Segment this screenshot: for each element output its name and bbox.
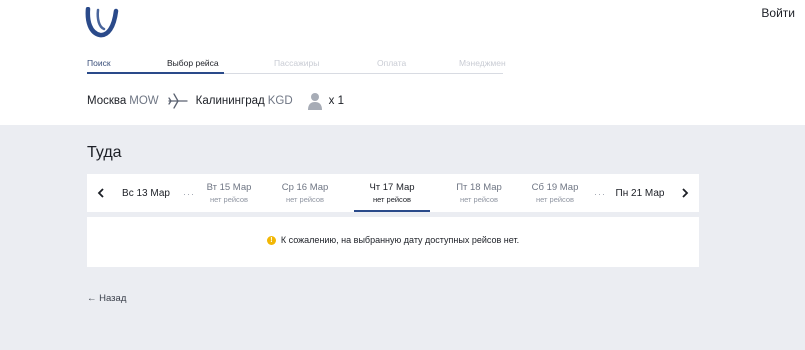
results-panel: ! К сожалению, на выбранную дату доступн…: [87, 217, 699, 267]
origin: Москва MOW: [87, 95, 159, 107]
date-status: нет рейсов: [372, 195, 412, 204]
date-cell[interactable]: Пт 18 Мар нет рейсов: [448, 174, 510, 212]
route-summary: Москва MOW Калининград KGD x 1: [87, 91, 344, 111]
destination-city: Калининград: [195, 95, 265, 107]
header-area: Войти Поиск Выбор рейса Пассажиры Оплата…: [0, 0, 805, 125]
next-dates-button[interactable]: [673, 174, 697, 212]
date-cell[interactable]: Вт 15 Мар нет рейсов: [198, 174, 260, 212]
login-link[interactable]: Войти: [761, 6, 795, 20]
booking-steps: Поиск Выбор рейса Пассажиры Оплата Мэнед…: [87, 58, 506, 74]
step-management: Мэнеджмен: [459, 58, 506, 68]
date-label: Сб 19 Мар: [531, 182, 579, 193]
step-payment: Оплата: [377, 58, 407, 68]
origin-city: Москва: [87, 95, 127, 107]
steps-progress-bar: [87, 72, 224, 74]
no-flights-text: К сожалению, на выбранную дату доступных…: [280, 235, 520, 245]
warning-icon: !: [266, 235, 276, 245]
step-flight-selection: Выбор рейса: [167, 58, 219, 68]
date-status: нет рейсов: [209, 195, 249, 204]
date-status: нет рейсов: [285, 195, 325, 204]
date-label: Чт 17 Мар: [369, 182, 415, 193]
date-cell-selected[interactable]: Чт 17 Мар нет рейсов: [354, 174, 430, 212]
prev-dates-button[interactable]: [89, 174, 113, 212]
no-flights-message: ! К сожалению, на выбранную дату доступн…: [87, 235, 699, 245]
step-search[interactable]: Поиск: [87, 58, 111, 68]
date-label: Ср 16 Мар: [281, 182, 329, 193]
gap-dots: ···: [594, 189, 606, 199]
person-icon: [307, 93, 322, 110]
origin-code: MOW: [129, 95, 159, 107]
destination: Калининград KGD: [196, 95, 293, 107]
date-cell[interactable]: Ср 16 Мар нет рейсов: [274, 174, 336, 212]
back-link[interactable]: ← Назад: [87, 293, 126, 304]
step-passengers: Пассажиры: [274, 58, 320, 68]
chevron-left-icon: [97, 188, 104, 198]
date-cell[interactable]: Сб 19 Мар нет рейсов: [524, 174, 586, 212]
passenger-count: x 1: [328, 95, 344, 107]
date-label: Вт 15 Мар: [206, 182, 252, 193]
section-title: Туда: [87, 144, 122, 161]
airplane-icon: [168, 93, 188, 109]
date-status: нет рейсов: [459, 195, 499, 204]
date-label: Пт 18 Мар: [456, 182, 502, 193]
airline-logo: [85, 7, 119, 38]
date-selector: Вс 13 Мар ··· Вт 15 Мар нет рейсов Ср 16…: [87, 174, 699, 212]
destination-code: KGD: [267, 95, 293, 107]
date-cell[interactable]: Пн 21 Мар: [609, 174, 671, 212]
date-status: нет рейсов: [535, 195, 575, 204]
date-cell[interactable]: Вс 13 Мар: [117, 174, 175, 212]
date-label: Вс 13 Мар: [122, 187, 170, 199]
date-label: Пн 21 Мар: [615, 187, 665, 199]
passengers: x 1: [307, 92, 344, 110]
gap-dots: ···: [183, 189, 195, 199]
chevron-right-icon: [682, 188, 689, 198]
